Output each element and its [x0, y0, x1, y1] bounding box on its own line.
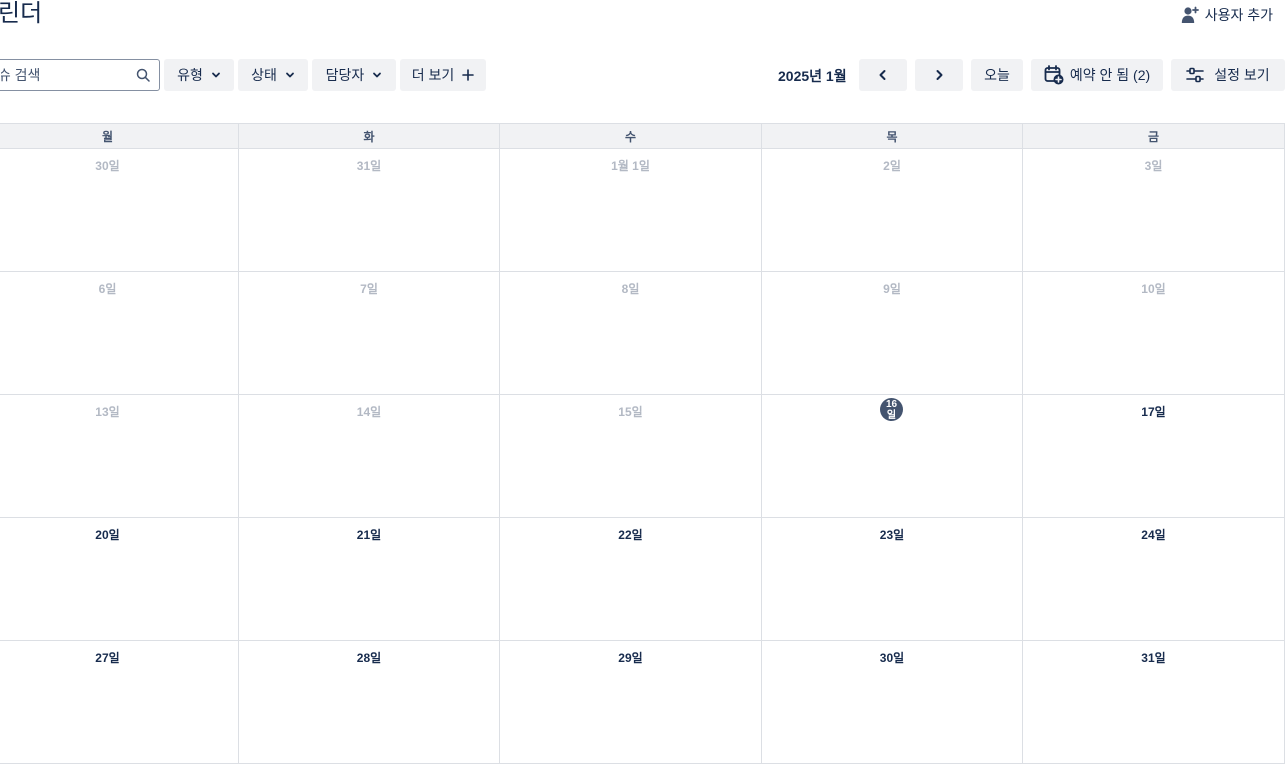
day-cell[interactable]: 20일	[0, 518, 239, 641]
plus-icon	[462, 69, 475, 81]
day-cell[interactable]: 7일	[239, 272, 500, 395]
weekday-label: 화	[239, 124, 500, 148]
chevron-right-icon	[936, 70, 943, 80]
day-number: 29일	[618, 651, 643, 665]
day-number: 23일	[879, 528, 905, 542]
search-field[interactable]	[0, 59, 160, 91]
day-cell[interactable]: 17일	[1023, 395, 1285, 518]
filter-status-button[interactable]: 상태	[238, 59, 308, 91]
filter-assignee-label: 담당자	[325, 67, 365, 83]
filter-type-button[interactable]: 유형	[164, 59, 234, 91]
more-filters-button[interactable]: 더 보기	[400, 59, 486, 91]
day-cell[interactable]: 2일	[762, 149, 1023, 272]
day-number: 30일	[95, 159, 120, 173]
chevron-down-icon	[373, 72, 382, 78]
search-icon	[136, 68, 150, 82]
day-number: 30일	[879, 651, 905, 665]
view-settings-button[interactable]: 설정 보기	[1171, 59, 1285, 91]
day-number: 2일	[883, 159, 901, 173]
filter-type-label: 유형	[177, 67, 203, 83]
add-user-button[interactable]: 사용자 추가	[1181, 4, 1273, 26]
weekday-label: 월	[0, 124, 239, 148]
day-number: 21일	[356, 528, 382, 542]
day-number: 20일	[95, 528, 120, 542]
filter-status-label: 상태	[251, 67, 277, 83]
calendar-body: 30일 31일 1월 1일 2일 3일 6일 7일 8일 9일 10일 13일 …	[0, 149, 1285, 764]
next-month-button[interactable]	[915, 59, 963, 91]
day-number: 3일	[1144, 159, 1163, 173]
day-number: 22일	[618, 528, 643, 542]
day-cell[interactable]: 27일	[0, 641, 239, 764]
person-plus-icon	[1181, 6, 1199, 23]
day-cell[interactable]: 14일	[239, 395, 500, 518]
today-button[interactable]: 오늘	[971, 59, 1023, 91]
day-number: 14일	[356, 405, 382, 419]
day-number: 31일	[1141, 651, 1166, 665]
day-cell[interactable]: 13일	[0, 395, 239, 518]
chevron-left-icon	[879, 70, 886, 80]
day-cell[interactable]: 29일	[500, 641, 762, 764]
day-number: 31일	[356, 159, 382, 173]
day-cell[interactable]: 9일	[762, 272, 1023, 395]
day-number: 17일	[1141, 405, 1166, 419]
day-cell[interactable]: 30일	[762, 641, 1023, 764]
day-cell[interactable]: 23일	[762, 518, 1023, 641]
chevron-down-icon	[211, 72, 220, 78]
current-month-label: 2025년 1월	[778, 68, 847, 84]
today-day-number: 16일	[880, 398, 903, 421]
more-filters-label: 더 보기	[411, 67, 455, 83]
day-number: 8일	[621, 282, 640, 296]
day-cell[interactable]: 28일	[239, 641, 500, 764]
calendar-plus-icon	[1044, 65, 1064, 85]
day-number: 27일	[95, 651, 120, 665]
weekday-header: 월 화 수 목 금	[0, 123, 1285, 149]
day-cell[interactable]: 6일	[0, 272, 239, 395]
day-number: 15일	[618, 405, 643, 419]
search-input[interactable]	[1, 67, 115, 83]
view-settings-label: 설정 보기	[1214, 67, 1270, 83]
previous-month-button[interactable]	[859, 59, 907, 91]
day-cell-today[interactable]: 16일	[762, 395, 1023, 518]
page-title: 린더	[0, 0, 43, 27]
day-cell[interactable]: 8일	[500, 272, 762, 395]
chevron-down-icon	[285, 72, 294, 78]
weekday-label: 목	[762, 124, 1023, 148]
day-cell[interactable]: 31일	[1023, 641, 1285, 764]
day-number: 10일	[1141, 282, 1166, 296]
unscheduled-label: 예약 안 됨 (2)	[1069, 67, 1151, 83]
sliders-icon	[1186, 67, 1205, 83]
day-cell[interactable]: 24일	[1023, 518, 1285, 641]
day-cell[interactable]: 15일	[500, 395, 762, 518]
day-number: 13일	[95, 405, 120, 419]
day-cell[interactable]: 3일	[1023, 149, 1285, 272]
day-number: 6일	[98, 282, 117, 296]
day-cell[interactable]: 30일	[0, 149, 239, 272]
day-number: 9일	[883, 282, 901, 296]
day-number: 1월 1일	[611, 159, 650, 173]
add-user-label: 사용자 추가	[1204, 7, 1273, 23]
day-cell[interactable]: 21일	[239, 518, 500, 641]
day-cell[interactable]: 1월 1일	[500, 149, 762, 272]
day-cell[interactable]: 31일	[239, 149, 500, 272]
day-cell[interactable]: 10일	[1023, 272, 1285, 395]
weekday-label: 금	[1023, 124, 1285, 148]
filter-assignee-button[interactable]: 담당자	[312, 59, 396, 91]
calendar-grid: 월 화 수 목 금 30일 31일 1월 1일 2일 3일 6일 7일 8일 9…	[0, 123, 1285, 764]
day-number: 28일	[356, 651, 382, 665]
today-label: 오늘	[984, 67, 1010, 83]
unscheduled-button[interactable]: 예약 안 됨 (2)	[1031, 59, 1163, 91]
weekday-label: 수	[500, 124, 762, 148]
day-cell[interactable]: 22일	[500, 518, 762, 641]
day-number: 24일	[1141, 528, 1166, 542]
toolbar: 유형 상태 담당자 더 보기 2025년 1월 오늘 예약 안 됨 (2)	[0, 58, 1286, 92]
day-number: 7일	[360, 282, 378, 296]
